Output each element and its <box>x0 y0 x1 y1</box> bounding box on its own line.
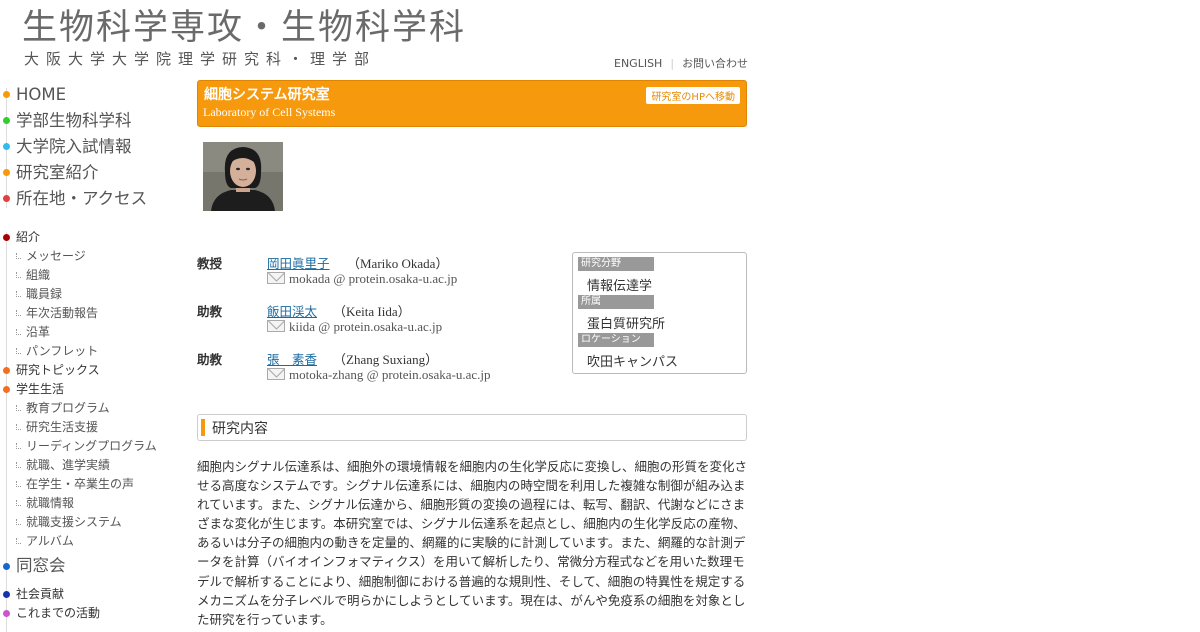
nav-past-activities[interactable]: これまでの活動 <box>0 604 190 623</box>
mail-icon <box>267 368 285 380</box>
nav-label: 学生生活 <box>16 382 65 396</box>
nav-label: 紹介 <box>16 230 41 244</box>
nav-label: HOME <box>16 85 67 104</box>
lab-name-en: Laboratory of Cell Systems <box>203 105 336 119</box>
nav-topics[interactable]: 研究トピックス <box>0 361 190 380</box>
nav-social[interactable]: 社会貢献 <box>0 585 190 604</box>
nav-label: これまでの活動 <box>16 606 101 620</box>
lab-name: 細胞システム研究室 <box>204 87 330 103</box>
nav-grad-admission[interactable]: 大学院入試情報 <box>0 136 190 162</box>
staff-name-en: （Mariko Okada） <box>347 256 449 271</box>
nav-message[interactable]: メッセージ <box>0 247 190 266</box>
site-title[interactable]: 生物科学専攻・生物科学科 <box>22 6 466 50</box>
staff-name-en: （Zhang Suxiang） <box>333 352 439 367</box>
nav-dot-icon <box>3 117 10 124</box>
lab-info-box: 研究分野 情報伝達学 所属 蛋白質研究所 ロケーション 吹田キャンパス <box>572 252 747 374</box>
staff-role: 助教 <box>197 304 223 319</box>
staff-row: 助教 張 素香 （Zhang Suxiang） motoka-zhang @ p… <box>197 348 567 396</box>
nav-student-life[interactable]: 学生生活 <box>0 380 190 399</box>
nav-voices[interactable]: 在学生・卒業生の声 <box>0 475 190 494</box>
staff-name-link[interactable]: 張 素香 <box>267 349 317 368</box>
info-label-affiliation: 所属 <box>578 295 654 309</box>
nav-research-support[interactable]: 研究生活支援 <box>0 418 190 437</box>
nav-label: 所在地・アクセス <box>16 189 148 208</box>
nav-dot-icon <box>3 367 10 374</box>
nav-label: 研究トピックス <box>16 363 100 377</box>
nav-job-info[interactable]: 就職情報 <box>0 494 190 513</box>
nav-leading-program[interactable]: リーディングプログラム <box>0 437 190 456</box>
nav-label: 研究室紹介 <box>16 163 99 182</box>
staff-email-text: mokada @ protein.osaka-u.ac.jp <box>289 271 458 286</box>
mail-icon <box>267 320 285 332</box>
nav-labs[interactable]: 研究室紹介 <box>0 162 190 188</box>
staff-row: 教授 岡田眞里子 （Mariko Okada） mokada @ protein… <box>197 252 567 300</box>
staff-email: mokada @ protein.osaka-u.ac.jp <box>267 271 457 287</box>
lab-header: 細胞システム研究室 Laboratory of Cell Systems 研究室… <box>197 80 747 127</box>
info-value-field: 情報伝達学 <box>587 279 653 294</box>
nav-label: 学部生物科学科 <box>16 111 132 130</box>
staff-email-text: motoka-zhang @ protein.osaka-u.ac.jp <box>289 367 491 382</box>
nav-intro[interactable]: 紹介 <box>0 228 190 247</box>
nav-annual-report[interactable]: 年次活動報告 <box>0 304 190 323</box>
main-nav: HOME 学部生物科学科 大学院入試情報 研究室紹介 所在地・アクセス <box>0 84 190 214</box>
english-link[interactable]: ENGLISH <box>614 57 662 70</box>
info-value-location: 吹田キャンパス <box>587 355 679 370</box>
staff-role: 助教 <box>197 352 223 367</box>
info-label-field: 研究分野 <box>578 257 654 271</box>
nav-home[interactable]: HOME <box>0 84 190 110</box>
lab-hp-button[interactable]: 研究室のHPへ移動 <box>646 87 740 104</box>
nav-dot-icon <box>3 386 10 393</box>
staff-photo <box>203 142 283 211</box>
nav-label: 同窓会 <box>16 556 66 575</box>
nav-album[interactable]: アルバム <box>0 532 190 551</box>
staff-name-link[interactable]: 岡田眞里子 <box>267 253 330 272</box>
staff-role: 教授 <box>197 256 223 271</box>
nav-dot-icon <box>3 591 10 598</box>
info-value-affiliation: 蛋白質研究所 <box>587 317 666 332</box>
nav-label: 大学院入試情報 <box>16 137 132 156</box>
sub-nav: 紹介 メッセージ 組織 職員録 年次活動報告 沿革 パンフレット 研究トピックス… <box>0 228 190 623</box>
mail-icon <box>267 272 285 284</box>
staff-email-text: kiida @ protein.osaka-u.ac.jp <box>289 319 443 334</box>
staff-name-link[interactable]: 飯田渓太 <box>267 301 317 320</box>
nav-dot-icon <box>3 563 10 570</box>
nav-label: 社会貢献 <box>16 587 65 601</box>
nav-dot-icon <box>3 195 10 202</box>
research-heading-text: 研究内容 <box>212 421 268 437</box>
person-photo-icon <box>203 142 283 211</box>
research-heading: 研究内容 <box>197 414 747 441</box>
info-label-location: ロケーション <box>578 333 654 347</box>
nav-job-support[interactable]: 就職支援システム <box>0 513 190 532</box>
nav-career-record[interactable]: 就職、進学実績 <box>0 456 190 475</box>
site-subtitle: 大阪大学大学院理学研究科・理学部 <box>24 50 377 68</box>
heading-accent-bar <box>201 419 205 436</box>
staff-list: 教授 岡田眞里子 （Mariko Okada） mokada @ protein… <box>197 252 567 396</box>
staff-email: motoka-zhang @ protein.osaka-u.ac.jp <box>267 367 491 383</box>
header-links: ENGLISH | お問い合わせ <box>614 55 748 71</box>
contact-link[interactable]: お問い合わせ <box>682 57 748 70</box>
staff-name-en: （Keita Iida） <box>333 304 411 319</box>
nav-undergrad[interactable]: 学部生物科学科 <box>0 110 190 136</box>
nav-dot-icon <box>3 234 10 241</box>
nav-education-program[interactable]: 教育プログラム <box>0 399 190 418</box>
research-text: 細胞内シグナル伝達系は、細胞外の環境情報を細胞内の生化学反応に変換し、細胞の形質… <box>197 459 748 627</box>
nav-dot-icon <box>3 143 10 150</box>
nav-history[interactable]: 沿革 <box>0 323 190 342</box>
nav-alumni[interactable]: 同窓会 <box>0 551 190 581</box>
nav-dot-icon <box>3 91 10 98</box>
link-separator: | <box>670 57 675 70</box>
nav-organization[interactable]: 組織 <box>0 266 190 285</box>
staff-row: 助教 飯田渓太 （Keita Iida） kiida @ protein.osa… <box>197 300 567 348</box>
nav-staff-list[interactable]: 職員録 <box>0 285 190 304</box>
nav-dot-icon <box>3 169 10 176</box>
nav-dot-icon <box>3 610 10 617</box>
staff-email: kiida @ protein.osaka-u.ac.jp <box>267 319 442 335</box>
nav-pamphlet[interactable]: パンフレット <box>0 342 190 361</box>
nav-access[interactable]: 所在地・アクセス <box>0 188 190 214</box>
